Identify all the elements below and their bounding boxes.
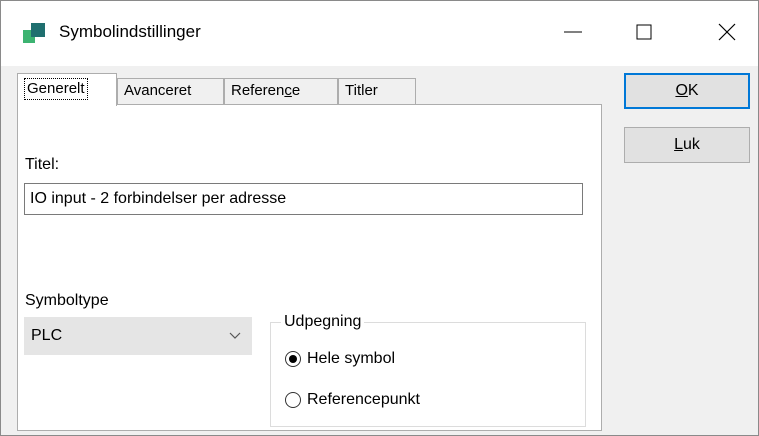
radio-hele-symbol-label: Hele symbol	[307, 350, 396, 367]
tab-titler-label: Titler	[345, 82, 378, 99]
tab-titler[interactable]: Titler	[338, 78, 416, 104]
tab-panel-generelt: Titel: IO input - 2 forbindelser per adr…	[17, 104, 602, 431]
tab-reference[interactable]: Reference	[224, 78, 338, 104]
radio-unchecked-icon	[285, 392, 301, 408]
maximize-icon	[636, 24, 652, 40]
maximize-button[interactable]	[627, 15, 661, 49]
tab-avanceret-label: Avanceret	[124, 82, 192, 99]
title-field[interactable]: IO input - 2 forbindelser per adresse	[24, 183, 583, 215]
radio-referencepunkt-label: Referencepunkt	[307, 391, 420, 408]
close-window-button[interactable]	[710, 15, 744, 49]
symboltype-label: Symboltype	[25, 292, 109, 309]
symboltype-dropdown[interactable]: PLC	[24, 317, 252, 355]
chevron-down-icon	[229, 332, 241, 339]
title-field-label: Titel:	[25, 156, 60, 173]
ok-button[interactable]: OK	[624, 73, 750, 109]
symboltype-value: PLC	[31, 327, 63, 344]
title-bar: Symbolindstillinger	[1, 1, 758, 66]
window-title: Symbolindstillinger	[59, 22, 201, 41]
close-icon	[718, 23, 736, 41]
tab-reference-label: Reference	[231, 82, 301, 99]
tab-generelt-label: Generelt	[24, 78, 88, 100]
luk-button[interactable]: Luk	[624, 127, 750, 163]
dialog-window: Symbolindstillinger Generelt Avanceret R…	[0, 0, 759, 436]
designation-legend: Udpegning	[281, 312, 365, 332]
radio-checked-icon	[285, 351, 301, 367]
minimize-icon	[564, 31, 582, 33]
minimize-button[interactable]	[556, 15, 590, 49]
tab-avanceret[interactable]: Avanceret	[117, 78, 224, 104]
tab-generelt[interactable]: Generelt	[17, 73, 117, 106]
designation-group: Udpegning Hele symbol Referencepunkt	[270, 312, 586, 427]
app-icon	[23, 21, 45, 43]
